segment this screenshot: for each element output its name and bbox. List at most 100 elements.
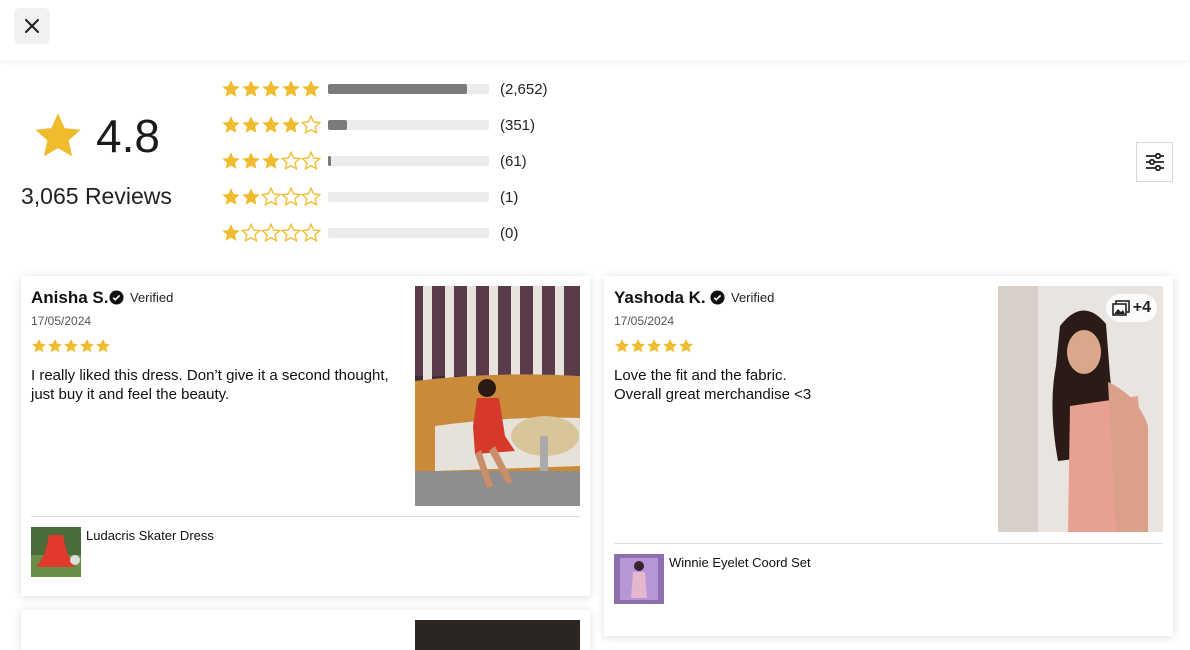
- star-filled-icon: [647, 339, 661, 353]
- star-filled-icon: [262, 152, 280, 169]
- star-rating: [221, 151, 321, 171]
- star-filled-icon: [96, 339, 110, 353]
- star-filled-icon: [242, 188, 260, 205]
- review-card[interactable]: Anisha S. Verified 17/05/2024 I really l…: [21, 276, 590, 596]
- product-image: [614, 554, 664, 604]
- star-empty-icon: [301, 115, 321, 135]
- divider: [614, 543, 1163, 544]
- star-filled-icon: [615, 339, 629, 353]
- review-date: 17/05/2024: [614, 314, 675, 328]
- distribution-bar-fill: [328, 120, 347, 130]
- star-empty-icon: [241, 223, 261, 243]
- star-empty-icon: [261, 223, 281, 243]
- distribution-bar-fill: [328, 84, 468, 94]
- distribution-bar: [328, 120, 489, 130]
- average-rating: 4.8: [96, 110, 160, 162]
- star-filled-icon: [222, 152, 240, 169]
- star-filled-icon: [262, 116, 280, 133]
- star-filled-icon: [222, 80, 240, 97]
- review-photo[interactable]: +4: [998, 286, 1163, 532]
- distribution-count: (0): [500, 224, 519, 242]
- star-filled-icon: [282, 80, 300, 97]
- distribution-count: (2,652): [500, 80, 548, 98]
- star-filled-icon: [242, 116, 260, 133]
- star-empty-icon: [261, 187, 281, 207]
- star-filled-icon: [242, 152, 260, 169]
- star-rating: [221, 223, 321, 243]
- star-filled-icon: [64, 339, 78, 353]
- review-text-line: Overall great merchandise <3: [614, 386, 812, 403]
- verified-badge: Verified: [710, 290, 774, 305]
- check-circle-icon: [109, 290, 124, 305]
- star-empty-icon: [281, 151, 301, 171]
- star-empty-icon: [301, 187, 321, 207]
- review-text-line: Love the fit and the fabric.: [614, 367, 787, 384]
- sliders-icon: [1145, 152, 1164, 172]
- review-text: I really liked this dress. Don’t give it…: [31, 366, 406, 404]
- close-button[interactable]: [14, 8, 50, 44]
- distribution-count: (1): [500, 188, 519, 206]
- review-photo[interactable]: [415, 620, 580, 650]
- check-circle-icon: [710, 290, 725, 305]
- reviewer-name: Anisha S.: [31, 288, 109, 307]
- star-filled-icon: [32, 339, 46, 353]
- more-photos-count: +4: [1132, 299, 1151, 316]
- star-filled-icon: [80, 339, 94, 353]
- distribution-count: (351): [500, 116, 536, 134]
- distribution-row-1[interactable]: (0): [221, 222, 518, 244]
- star-filled-icon: [48, 339, 62, 353]
- distribution-bar-fill: [328, 156, 332, 166]
- review-photo[interactable]: [415, 286, 580, 506]
- star-filled-icon: [262, 80, 280, 97]
- review-date: 17/05/2024: [31, 314, 92, 328]
- gallery-icon: [1111, 300, 1130, 316]
- star-filled-icon: [631, 339, 645, 353]
- review-text-line: I really liked this dress. Don’t give it…: [31, 367, 389, 384]
- modal-header: [0, 0, 1190, 60]
- distribution-row-3[interactable]: (61): [221, 150, 527, 172]
- star-rating: [221, 115, 321, 135]
- verified-label: Verified: [731, 290, 775, 305]
- star-filled-icon: [679, 339, 693, 353]
- close-icon: [25, 19, 39, 33]
- star-empty-icon: [281, 187, 301, 207]
- product-thumbnail[interactable]: [614, 554, 664, 604]
- distribution-bar: [328, 156, 489, 166]
- product-thumbnail[interactable]: [31, 527, 81, 577]
- reviewer-name: Yashoda K.: [614, 288, 706, 307]
- star-empty-icon: [281, 223, 301, 243]
- star-filled-icon: [242, 80, 260, 97]
- star-filled-icon: [663, 339, 677, 353]
- review-photo-image: [998, 286, 1163, 532]
- distribution-count: (61): [500, 152, 527, 170]
- distribution-bar: [328, 84, 489, 94]
- star-filled-icon: [222, 224, 240, 241]
- review-text-line: just buy it and feel the beauty.: [31, 386, 230, 403]
- distribution-bar: [328, 228, 489, 238]
- star-filled-icon: [282, 116, 300, 133]
- star-filled-icon: [222, 116, 240, 133]
- star-filled-icon: [302, 80, 320, 97]
- more-photos-badge[interactable]: +4: [1105, 294, 1157, 322]
- rating-summary: 4.8 3,065 Reviews (2,652) (351) (61) (1)…: [0, 60, 1190, 275]
- review-card[interactable]: [21, 610, 590, 650]
- filter-button[interactable]: [1136, 142, 1173, 182]
- distribution-row-5[interactable]: (2,652): [221, 78, 548, 100]
- product-name[interactable]: Winnie Eyelet Coord Set: [669, 555, 811, 570]
- distribution-row-2[interactable]: (1): [221, 186, 518, 208]
- product-image: [31, 527, 81, 577]
- review-photo-image: [415, 286, 580, 506]
- star-icon: [35, 113, 81, 157]
- verified-label: Verified: [130, 290, 174, 305]
- divider: [31, 516, 580, 517]
- total-reviews: 3,065 Reviews: [21, 183, 172, 209]
- review-stars: [31, 338, 111, 354]
- star-filled-icon: [222, 188, 240, 205]
- review-stars: [614, 338, 694, 354]
- review-card[interactable]: Yashoda K. Verified 17/05/2024 Love the …: [604, 276, 1173, 636]
- product-name[interactable]: Ludacris Skater Dress: [86, 528, 214, 543]
- distribution-row-4[interactable]: (351): [221, 114, 535, 136]
- review-text: Love the fit and the fabric. Overall gre…: [614, 366, 989, 404]
- star-rating: [221, 187, 321, 207]
- distribution-bar: [328, 192, 489, 202]
